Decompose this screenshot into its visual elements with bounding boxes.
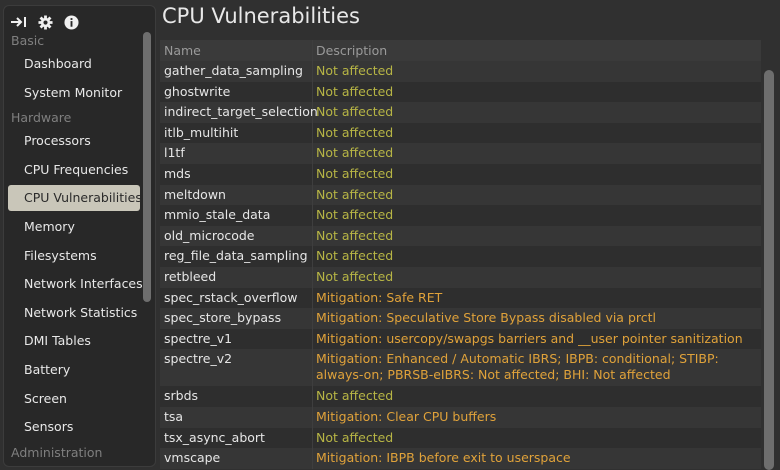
info-icon[interactable] — [62, 13, 80, 31]
cell-name: reg_file_data_sampling — [160, 246, 313, 267]
sidebar-item-memory[interactable]: Memory — [8, 214, 140, 240]
cell-description: Not affected — [316, 227, 394, 243]
cell-name: tsx_async_abort — [160, 427, 313, 449]
sidebar-item-processors[interactable]: Processors — [8, 128, 140, 154]
table-row[interactable]: spec_store_bypass Mitigation: Speculative… — [160, 308, 761, 329]
cell-name: ghostwrite — [160, 81, 313, 103]
cell-description: Mitigation: Speculative Store Bypass dis… — [316, 310, 656, 326]
table-scrollbar[interactable] — [764, 40, 774, 470]
cell-description: Not affected — [316, 166, 394, 181]
cell-name: retbleed — [160, 267, 313, 288]
cell-name: indirect_target_selection — [160, 102, 318, 123]
sidebar: Basic Dashboard System Monitor Hardware … — [3, 5, 156, 467]
cell-description: Not affected — [316, 145, 394, 161]
sidebar-item-filesystems[interactable]: Filesystems — [8, 243, 140, 269]
table-row[interactable]: ghostwrite Not affected — [160, 81, 761, 103]
section-header-administration: Administration — [11, 444, 103, 460]
cell-description: Not affected — [316, 63, 394, 78]
table-scrollbar-thumb[interactable] — [764, 70, 774, 470]
sidebar-item-dashboard[interactable]: Dashboard — [8, 51, 140, 77]
sidebar-item-network-interfaces[interactable]: Network Interfaces — [8, 271, 143, 297]
table-row[interactable]: srbds Not affected — [160, 386, 761, 407]
table-row[interactable]: itlb_multihit Not affected — [160, 122, 761, 144]
sidebar-item-sensors[interactable]: Sensors — [8, 414, 140, 440]
cell-name: spec_store_bypass — [160, 308, 313, 329]
table-row[interactable]: mds Not affected — [160, 164, 761, 185]
cell-description: Not affected — [316, 429, 394, 445]
sidebar-nav: Basic Dashboard System Monitor Hardware … — [4, 31, 144, 463]
cell-name: spectre_v1 — [160, 328, 313, 350]
table-row[interactable]: spectre_v2 Mitigation: Enhanced / Automat… — [160, 349, 761, 387]
sidebar-scrollbar-thumb[interactable] — [143, 32, 151, 302]
cell-name: tsa — [160, 407, 313, 428]
sidebar-toolbar — [10, 12, 80, 32]
sidebar-item-system-monitor[interactable]: System Monitor — [8, 80, 140, 106]
section-header-basic: Basic — [11, 33, 45, 48]
cell-name: meltdown — [160, 184, 313, 206]
cell-description: Not affected — [316, 186, 394, 202]
cell-description: Not affected — [316, 388, 394, 404]
cell-name: mmio_stale_data — [160, 205, 313, 226]
sidebar-item-cpu-frequencies[interactable]: CPU Frequencies — [8, 157, 140, 183]
cell-name: itlb_multihit — [160, 122, 313, 144]
cell-description: Not affected — [316, 248, 394, 264]
table-row[interactable]: mmio_stale_data Not affected — [160, 205, 761, 226]
collapse-arrow-icon[interactable] — [10, 13, 28, 31]
table-row[interactable]: old_microcode Not affected — [160, 225, 761, 247]
cell-name: vmscape — [160, 448, 313, 469]
table-row[interactable]: l1tf Not affected — [160, 143, 761, 164]
cell-name: srbds — [160, 386, 313, 407]
sidebar-scrollbar[interactable] — [143, 32, 151, 462]
table-row[interactable]: tsx_async_abort Not affected — [160, 427, 761, 449]
cell-description: Mitigation: usercopy/swapgs barriers and… — [316, 330, 743, 346]
cell-name: mds — [160, 164, 313, 185]
cell-name: old_microcode — [160, 225, 313, 247]
table-row[interactable]: tsa Mitigation: Clear CPU buffers — [160, 407, 761, 428]
table-row[interactable]: vmscape Mitigation: IBPB before exit to u… — [160, 448, 761, 469]
sidebar-item-screen[interactable]: Screen — [8, 386, 140, 412]
table-row[interactable]: reg_file_data_sampling Not affected — [160, 246, 761, 267]
table-row[interactable]: retbleed Not affected — [160, 267, 761, 288]
table-row[interactable]: spec_rstack_overflow Mitigation: Safe RET — [160, 287, 761, 309]
sidebar-item-cpu-vulnerabilities[interactable]: CPU Vulnerabilities — [8, 185, 142, 212]
table-row[interactable]: indirect_target_selection Not affected — [160, 102, 761, 123]
cell-description: Not affected — [316, 83, 394, 99]
cell-name: spectre_v2 — [160, 349, 313, 387]
page-title: CPU Vulnerabilities — [162, 4, 360, 28]
cell-description: Not affected — [316, 207, 394, 223]
cell-description: Mitigation: Enhanced / Automatic IBRS; I… — [316, 351, 719, 383]
cell-name: spec_rstack_overflow — [160, 287, 313, 309]
cell-description: Mitigation: Clear CPU buffers — [316, 409, 497, 424]
table-row[interactable]: spectre_v1 Mitigation: usercopy/swapgs ba… — [160, 328, 761, 350]
table-row[interactable]: meltdown Not affected — [160, 184, 761, 206]
sidebar-item-network-statistics[interactable]: Network Statistics — [8, 300, 140, 326]
cell-name: gather_data_sampling — [160, 61, 313, 82]
column-header-description[interactable]: Description — [313, 40, 761, 61]
cell-name: l1tf — [160, 143, 313, 164]
sidebar-item-dmi-tables[interactable]: DMI Tables — [8, 328, 140, 354]
table-row[interactable]: gather_data_sampling Not affected — [160, 61, 761, 82]
section-header-hardware: Hardware — [11, 110, 72, 126]
column-header-name[interactable]: Name — [160, 40, 313, 61]
cell-description: Mitigation: Safe RET — [316, 289, 443, 305]
gear-icon[interactable] — [36, 13, 54, 31]
cell-description: Not affected — [316, 104, 394, 120]
sidebar-item-battery[interactable]: Battery — [8, 357, 140, 383]
table-header: Name Description — [160, 40, 761, 61]
cell-description: Mitigation: IBPB before exit to userspac… — [316, 450, 571, 466]
cell-description: Not affected — [316, 269, 394, 284]
vulnerabilities-table: Name Description gather_data_sampling Not… — [160, 40, 761, 470]
cell-description: Not affected — [316, 124, 394, 140]
